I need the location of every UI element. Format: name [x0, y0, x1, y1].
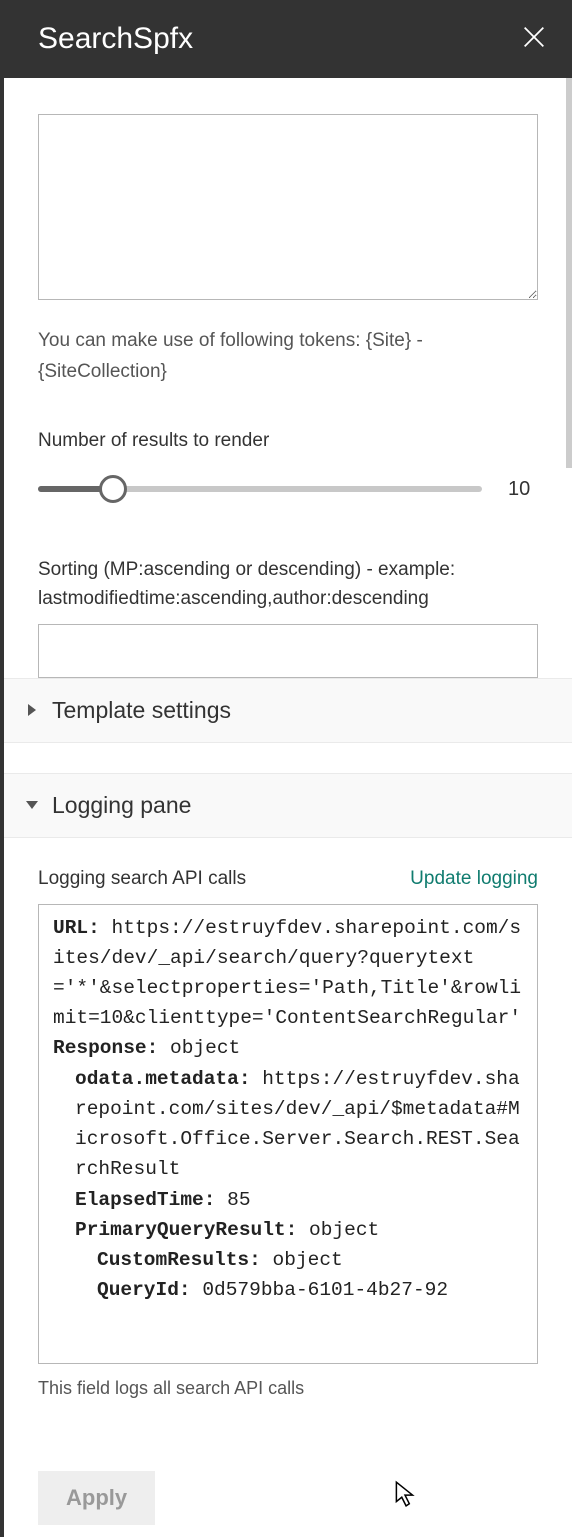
log-qid-value: 0d579bba-6101-4b27-92 [202, 1279, 448, 1301]
sorting-label: Sorting (MP:ascending or descending) - e… [38, 555, 538, 614]
results-slider-row: 10 [38, 478, 538, 501]
section-template-settings[interactable]: Template settings [4, 678, 572, 743]
cursor-icon [394, 1480, 416, 1513]
close-button[interactable] [520, 23, 548, 56]
log-response-label: Response: [53, 1037, 158, 1059]
section-title: Logging pane [52, 792, 191, 819]
logging-help-text: This field logs all search API calls [38, 1378, 538, 1399]
query-help-text: You can make use of following tokens: {S… [38, 325, 538, 388]
chevron-down-icon [24, 797, 40, 813]
scrollbar[interactable] [566, 78, 572, 468]
log-pqr-value: object [309, 1219, 379, 1241]
close-icon [520, 38, 548, 55]
chevron-right-icon [24, 702, 40, 718]
results-label: Number of results to render [38, 430, 538, 452]
log-custom-label: CustomResults: [97, 1249, 261, 1271]
log-url-label: URL: [53, 917, 100, 939]
logging-output[interactable]: URL: https://estruyfdev.sharepoint.com/s… [38, 904, 538, 1364]
log-custom-value: object [273, 1249, 343, 1271]
update-logging-link[interactable]: Update logging [410, 868, 538, 890]
logging-block: Logging search API calls Update logging … [38, 868, 538, 1399]
panel-header: SearchSpfx [4, 0, 572, 78]
log-url-value: https://estruyfdev.sharepoint.com/sites/… [53, 917, 521, 1030]
panel-title: SearchSpfx [38, 22, 193, 56]
results-value: 10 [508, 478, 538, 501]
section-title: Template settings [52, 697, 231, 724]
log-elapsed-label: ElapsedTime: [75, 1189, 215, 1211]
log-odata-label: odata.metadata: [75, 1068, 251, 1090]
panel-footer: Apply [38, 1471, 155, 1537]
log-pqr-label: PrimaryQueryResult: [75, 1219, 297, 1241]
section-logging-pane[interactable]: Logging pane [4, 773, 572, 838]
log-elapsed-value: 85 [227, 1189, 250, 1211]
sorting-input[interactable] [38, 624, 538, 678]
apply-button[interactable]: Apply [38, 1471, 155, 1525]
slider-thumb[interactable] [99, 475, 127, 503]
log-response-value: object [170, 1037, 240, 1059]
log-qid-label: QueryId: [97, 1279, 191, 1301]
results-slider[interactable] [38, 486, 482, 492]
panel-content: You can make use of following tokens: {S… [4, 78, 572, 1537]
query-textarea[interactable] [38, 114, 538, 300]
logging-label: Logging search API calls [38, 868, 246, 890]
